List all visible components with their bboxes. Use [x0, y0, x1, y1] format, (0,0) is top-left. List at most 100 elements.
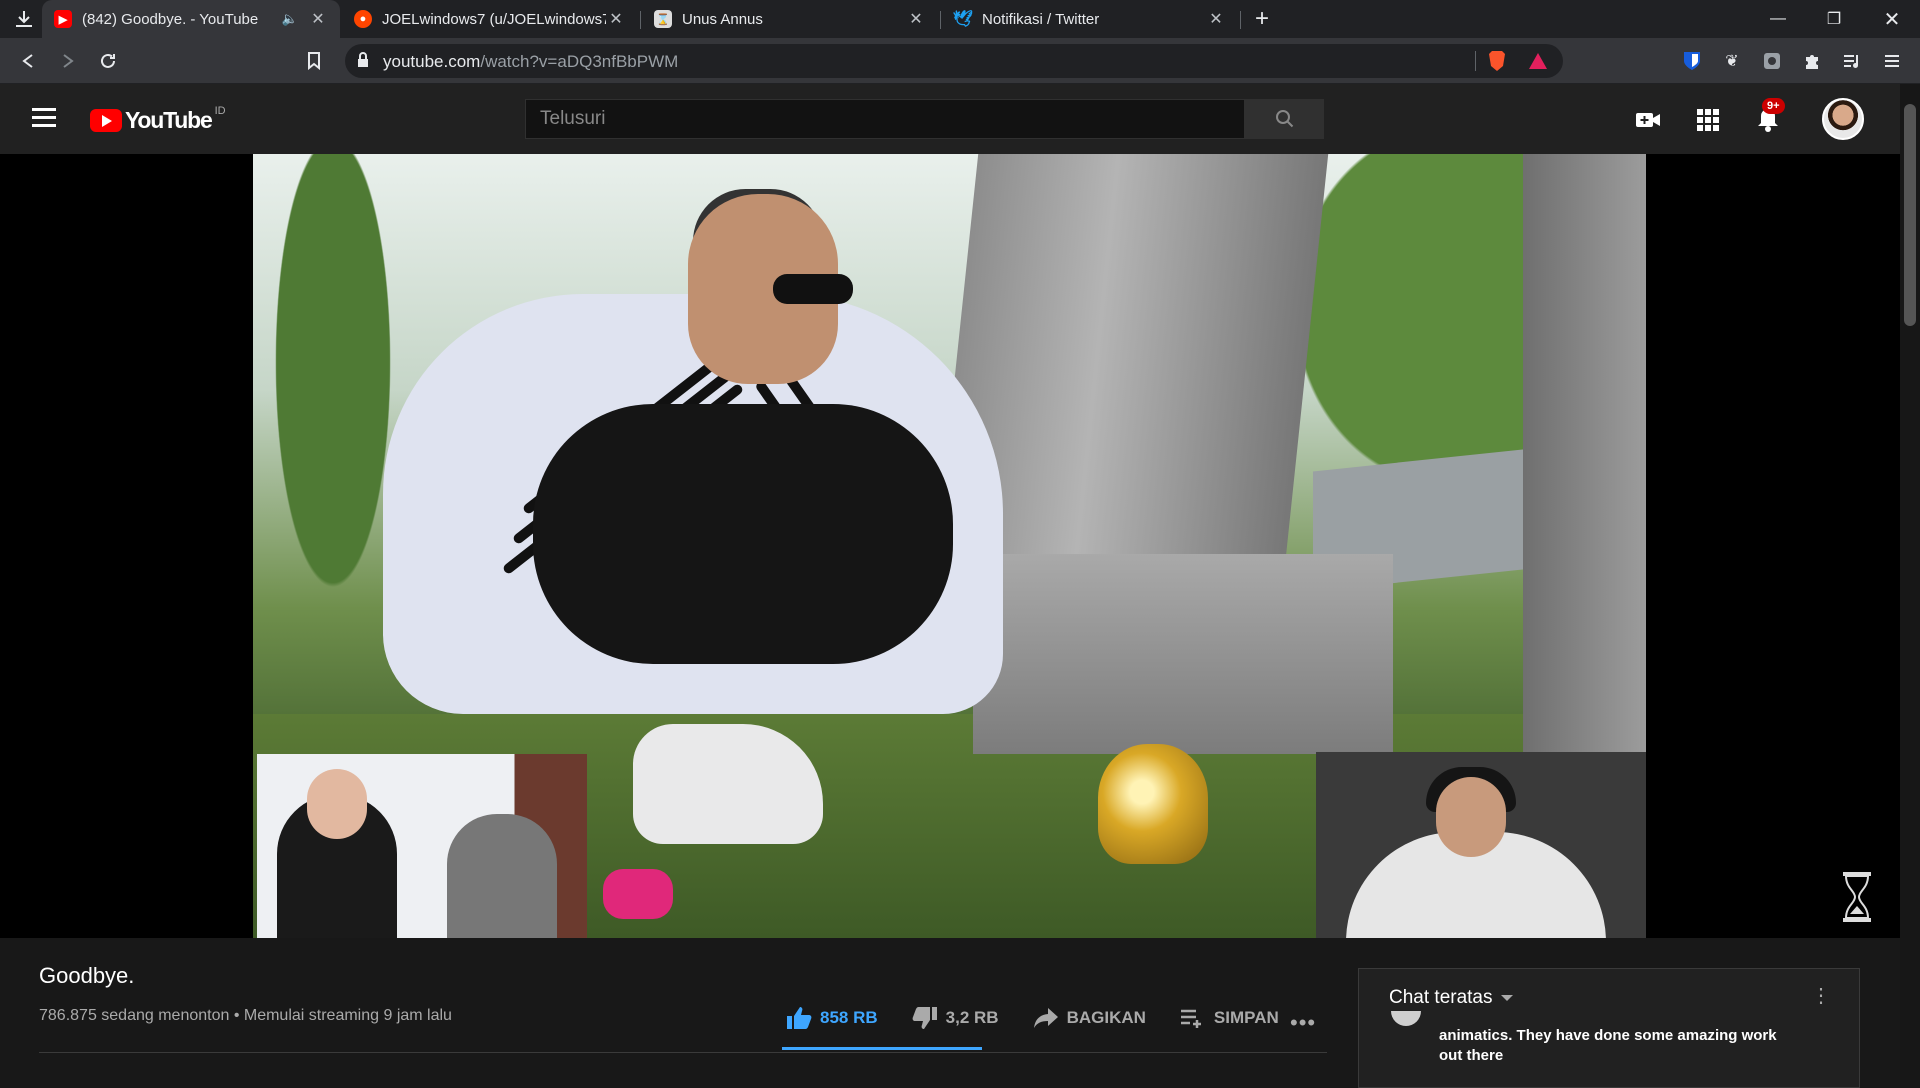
reload-icon[interactable]	[94, 47, 122, 75]
inset-person-head	[307, 769, 367, 839]
minimize-icon[interactable]: —	[1750, 0, 1806, 38]
close-tab-icon[interactable]: ✕	[906, 9, 926, 29]
hourglass-watermark-icon	[1841, 872, 1873, 922]
close-tab-icon[interactable]: ✕	[1206, 9, 1226, 29]
restore-icon[interactable]: ❐	[1806, 0, 1862, 38]
inset-person-face	[1436, 777, 1506, 857]
dislike-button[interactable]: 3,2 RB	[912, 1006, 999, 1030]
close-window-icon[interactable]: ✕	[1864, 0, 1920, 38]
bitwarden-icon[interactable]	[1678, 47, 1706, 75]
bookmark-icon[interactable]	[300, 47, 328, 75]
scene-pink-object	[603, 869, 673, 919]
account-avatar[interactable]	[1822, 98, 1864, 140]
share-icon	[1033, 1008, 1058, 1028]
new-tab-icon[interactable]: +	[1248, 5, 1276, 33]
chat-menu-icon[interactable]: ⋮	[1811, 983, 1831, 1008]
extension-box-icon[interactable]	[1758, 47, 1786, 75]
browser-toolbar: youtube.com/watch?v=aDQ3nfBbPWM ❦	[0, 38, 1920, 84]
tab-separator	[1240, 11, 1241, 29]
unus-annus-favicon-icon: ⌛	[654, 10, 672, 28]
guide-menu-icon[interactable]	[32, 108, 56, 128]
chat-mode-dropdown[interactable]: Chat teratas	[1389, 987, 1513, 1009]
share-button[interactable]: BAGIKAN	[1033, 1007, 1146, 1029]
divider	[1475, 51, 1476, 71]
reddit-favicon-icon: ●	[354, 10, 372, 28]
inset-person	[447, 814, 557, 938]
like-count: 858 RB	[820, 1008, 878, 1027]
extension-leaf-icon[interactable]: ❦	[1718, 47, 1746, 75]
youtube-play-icon	[90, 109, 122, 132]
search-button[interactable]	[1245, 99, 1324, 139]
browser-tab-strip: ▶ (842) Goodbye. - YouTube 🔈 ✕ ● JOELwin…	[0, 0, 1920, 38]
video-meta: 786.875 sedang menonton • Memulai stream…	[39, 1007, 452, 1024]
divider	[39, 1052, 1327, 1053]
scene-golden-urn	[1098, 744, 1208, 864]
twitter-favicon-icon: 🕊	[952, 11, 974, 28]
scene-sunglasses	[773, 274, 853, 304]
chat-author-avatar	[1391, 1011, 1421, 1026]
tab-twitter[interactable]: 🕊 Notifikasi / Twitter ✕	[942, 0, 1238, 38]
search-input[interactable]	[525, 99, 1245, 139]
url-path: /watch?v=aDQ3nfBbPWM	[480, 52, 679, 71]
apps-grid-icon[interactable]	[1692, 104, 1724, 136]
browser-menu-icon[interactable]	[1878, 47, 1906, 75]
save-button[interactable]: SIMPAN	[1180, 1008, 1279, 1028]
tab-unus-annus[interactable]: ⌛ Unus Annus ✕	[642, 0, 938, 38]
video-inset-left	[257, 754, 587, 938]
scene-shoe	[633, 724, 823, 844]
scene-headstone-base	[973, 554, 1393, 754]
close-tab-icon[interactable]: ✕	[606, 9, 626, 29]
downloads-icon[interactable]	[10, 5, 38, 33]
youtube-logo[interactable]: YouTube ID	[90, 104, 226, 134]
create-video-icon[interactable]	[1632, 104, 1664, 136]
scrollbar-thumb[interactable]	[1904, 104, 1916, 326]
search-box	[525, 99, 1324, 139]
tab-title: Notifikasi / Twitter	[982, 10, 1100, 28]
lock-icon[interactable]	[357, 52, 369, 73]
like-sentiment-bar	[782, 1047, 982, 1050]
search-icon	[1275, 110, 1293, 128]
tab-title: Unus Annus	[682, 10, 763, 28]
tab-reddit[interactable]: ● JOELwindows7 (u/JOELwindows7) - ✕	[342, 0, 638, 38]
url-text: youtube.com/watch?v=aDQ3nfBbPWM	[383, 52, 678, 72]
share-label: BAGIKAN	[1066, 1008, 1146, 1027]
like-button[interactable]: 858 RB	[786, 1006, 878, 1030]
scene-headstone	[1523, 154, 1646, 754]
logo-text: YouTube	[125, 107, 213, 133]
address-bar[interactable]: youtube.com/watch?v=aDQ3nfBbPWM	[345, 44, 1563, 78]
close-tab-icon[interactable]: ✕	[308, 9, 328, 29]
tab-title: (842) Goodbye. - YouTube	[82, 10, 259, 28]
video-actions: 858 RB 3,2 RB BAGIKAN SIMPAN	[786, 1006, 1313, 1030]
scene-person-pants	[533, 404, 953, 664]
forward-icon[interactable]	[54, 47, 82, 75]
youtube-favicon-icon: ▶	[54, 10, 72, 28]
tab-title: JOELwindows7 (u/JOELwindows7) -	[382, 10, 606, 28]
dropdown-caret-icon	[1500, 995, 1513, 1001]
tab-separator	[640, 11, 641, 29]
tab-separator	[940, 11, 941, 29]
speaker-icon[interactable]: 🔈	[282, 11, 298, 27]
live-chat-panel: Chat teratas ⋮ animatics. They have done…	[1358, 968, 1860, 1088]
brave-shields-icon[interactable]	[1487, 50, 1507, 77]
country-code: ID	[214, 104, 226, 117]
chat-mode-label: Chat teratas	[1389, 987, 1493, 1008]
thumbs-up-icon	[787, 1007, 812, 1029]
playlist-add-icon	[1180, 1009, 1201, 1028]
url-host: youtube.com	[383, 52, 481, 71]
dislike-count: 3,2 RB	[945, 1008, 999, 1027]
video-inset-right	[1316, 752, 1646, 938]
extensions-puzzle-icon[interactable]	[1798, 47, 1826, 75]
chat-message: animatics. They have done some amazing w…	[1439, 1027, 1777, 1064]
save-label: SIMPAN	[1213, 1008, 1279, 1027]
tab-youtube[interactable]: ▶ (842) Goodbye. - YouTube 🔈 ✕	[42, 0, 340, 38]
page-scrollbar[interactable]	[1900, 84, 1920, 1080]
back-icon[interactable]	[14, 47, 42, 75]
thumbs-down-icon	[912, 1007, 937, 1029]
more-actions-icon[interactable]: •••	[1290, 1010, 1316, 1036]
youtube-masthead: YouTube ID 9+	[0, 84, 1900, 154]
video-player[interactable]	[0, 154, 1900, 938]
notification-count-badge: 9+	[1762, 98, 1785, 114]
video-title: Goodbye.	[39, 963, 135, 988]
brave-rewards-icon[interactable]	[1527, 51, 1549, 76]
media-playlist-icon[interactable]	[1838, 47, 1866, 75]
